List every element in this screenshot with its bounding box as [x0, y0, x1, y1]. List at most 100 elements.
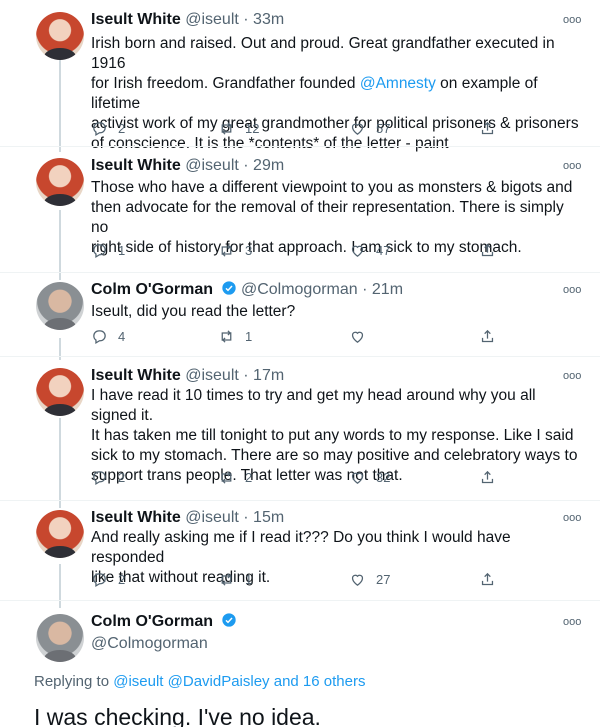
- share-icon: [481, 470, 494, 484]
- retweet-count: 1: [245, 572, 253, 587]
- retweet-button[interactable]: 12: [218, 120, 259, 137]
- others-link[interactable]: and 16 others: [270, 673, 366, 690]
- share-icon: [481, 243, 494, 257]
- more-options-icon[interactable]: ooo: [563, 161, 581, 172]
- separator: ·: [238, 157, 254, 174]
- reply-button[interactable]: 2: [91, 571, 125, 588]
- avatar[interactable]: [36, 368, 84, 416]
- reply-icon: [93, 573, 106, 588]
- avatar[interactable]: [36, 158, 84, 206]
- timestamp[interactable]: 17m: [253, 367, 284, 384]
- reply-count: 1: [118, 243, 126, 258]
- tweet-header: Iseult White @iseult · 15m: [91, 508, 284, 528]
- verified-badge-icon: [221, 281, 236, 295]
- tweet-header: Iseult White @iseult · 29m: [91, 156, 284, 176]
- retweet-count: 2: [245, 470, 253, 485]
- reply-button[interactable]: 2: [91, 469, 125, 486]
- divider: [0, 356, 600, 357]
- retweet-count: 1: [245, 329, 253, 344]
- avatar[interactable]: [36, 510, 84, 558]
- avatar[interactable]: [36, 12, 84, 60]
- timestamp[interactable]: 29m: [253, 157, 284, 174]
- avatar[interactable]: [36, 614, 84, 662]
- verified-badge-icon: [221, 613, 236, 627]
- share-icon: [481, 572, 494, 586]
- separator: ·: [238, 11, 254, 28]
- author-name[interactable]: Iseult White: [91, 11, 181, 28]
- share-icon: [481, 329, 494, 343]
- author-name[interactable]: Iseult White: [91, 367, 181, 384]
- more-options-icon[interactable]: ooo: [563, 371, 581, 382]
- tweet[interactable]: Iseult White @iseult · 29m ooo Those who…: [0, 156, 600, 266]
- reply-button[interactable]: 4: [91, 328, 125, 345]
- more-options-icon[interactable]: ooo: [563, 285, 581, 296]
- tweet[interactable]: Iseult White @iseult · 15m ooo And reall…: [0, 508, 600, 598]
- author-name[interactable]: Iseult White: [91, 509, 181, 526]
- timestamp[interactable]: 21m: [372, 281, 403, 298]
- retweet-button[interactable]: 3: [218, 242, 252, 259]
- author-handle[interactable]: @Colmogorman: [91, 635, 208, 652]
- tweet-actions: 2 1 27: [91, 571, 511, 593]
- retweet-count: 3: [245, 243, 253, 258]
- divider: [0, 600, 600, 601]
- retweet-button[interactable]: 2: [218, 469, 252, 486]
- author-name[interactable]: Iseult White: [91, 157, 181, 174]
- author-handle[interactable]: @Colmogorman: [241, 281, 358, 298]
- tweet-handle-row: @Colmogorman: [91, 634, 208, 654]
- author-handle[interactable]: @iseult: [185, 11, 239, 28]
- reply-count: 2: [118, 572, 126, 587]
- share-button[interactable]: [479, 328, 496, 345]
- share-button[interactable]: [479, 242, 496, 259]
- tweet-header: Iseult White @iseult · 33m: [91, 10, 284, 30]
- retweet-button[interactable]: 1: [218, 328, 252, 345]
- author-name[interactable]: Colm O'Gorman: [91, 613, 213, 630]
- heart-icon: [351, 472, 364, 484]
- tweet-actions: 2 12 57: [91, 120, 511, 142]
- tweet-header: Iseult White @iseult · 17m: [91, 366, 284, 386]
- timestamp[interactable]: 15m: [253, 509, 284, 526]
- share-button[interactable]: [479, 469, 496, 486]
- like-button[interactable]: 32: [349, 469, 390, 486]
- more-options-icon[interactable]: ooo: [563, 617, 581, 628]
- mention-link[interactable]: @iseult @DavidPaisley: [113, 673, 269, 690]
- author-handle[interactable]: @iseult: [185, 157, 239, 174]
- more-options-icon[interactable]: ooo: [563, 15, 581, 26]
- reply-icon: [93, 244, 106, 259]
- reply-button[interactable]: 1: [91, 242, 125, 259]
- tweet-text: Iseult, did you read the letter?: [91, 303, 296, 320]
- author-handle[interactable]: @iseult: [185, 367, 239, 384]
- like-count: 47: [376, 243, 391, 258]
- focused-tweet[interactable]: Colm O'Gorman @Colmogorman ooo: [0, 612, 600, 672]
- separator: ·: [238, 367, 254, 384]
- reply-icon: [93, 330, 106, 345]
- retweet-icon: [221, 573, 232, 586]
- like-button[interactable]: [349, 328, 376, 345]
- tweet[interactable]: Iseult White @iseult · 33m ooo Irish bor…: [0, 10, 600, 152]
- like-button[interactable]: 27: [349, 571, 390, 588]
- share-button[interactable]: [479, 120, 496, 137]
- more-options-icon[interactable]: ooo: [563, 513, 581, 524]
- retweet-icon: [221, 122, 232, 135]
- reply-count: 2: [118, 470, 126, 485]
- avatar[interactable]: [36, 282, 84, 330]
- tweet[interactable]: Iseult White @iseult · 17m ooo I have re…: [0, 366, 600, 496]
- tweet-header: Colm O'Gorman @Colmogorman · 21m: [91, 280, 403, 300]
- author-name[interactable]: Colm O'Gorman: [91, 281, 213, 298]
- separator: ·: [238, 509, 254, 526]
- mention-link[interactable]: @Amnesty: [360, 75, 436, 92]
- author-handle[interactable]: @iseult: [185, 509, 239, 526]
- retweet-icon: [221, 471, 232, 484]
- reply-button[interactable]: 2: [91, 120, 125, 137]
- tweet-actions: 2 2 32: [91, 469, 511, 491]
- share-icon: [481, 121, 494, 135]
- like-button[interactable]: 57: [349, 120, 390, 137]
- retweet-button[interactable]: 1: [218, 571, 252, 588]
- reply-icon: [93, 122, 106, 137]
- like-button[interactable]: 47: [349, 242, 390, 259]
- share-button[interactable]: [479, 571, 496, 588]
- timestamp[interactable]: 33m: [253, 11, 284, 28]
- reply-count: 2: [118, 121, 126, 136]
- like-count: 57: [376, 121, 391, 136]
- tweet[interactable]: Colm O'Gorman @Colmogorman · 21m ooo Ise…: [0, 280, 600, 350]
- retweet-icon: [221, 244, 232, 257]
